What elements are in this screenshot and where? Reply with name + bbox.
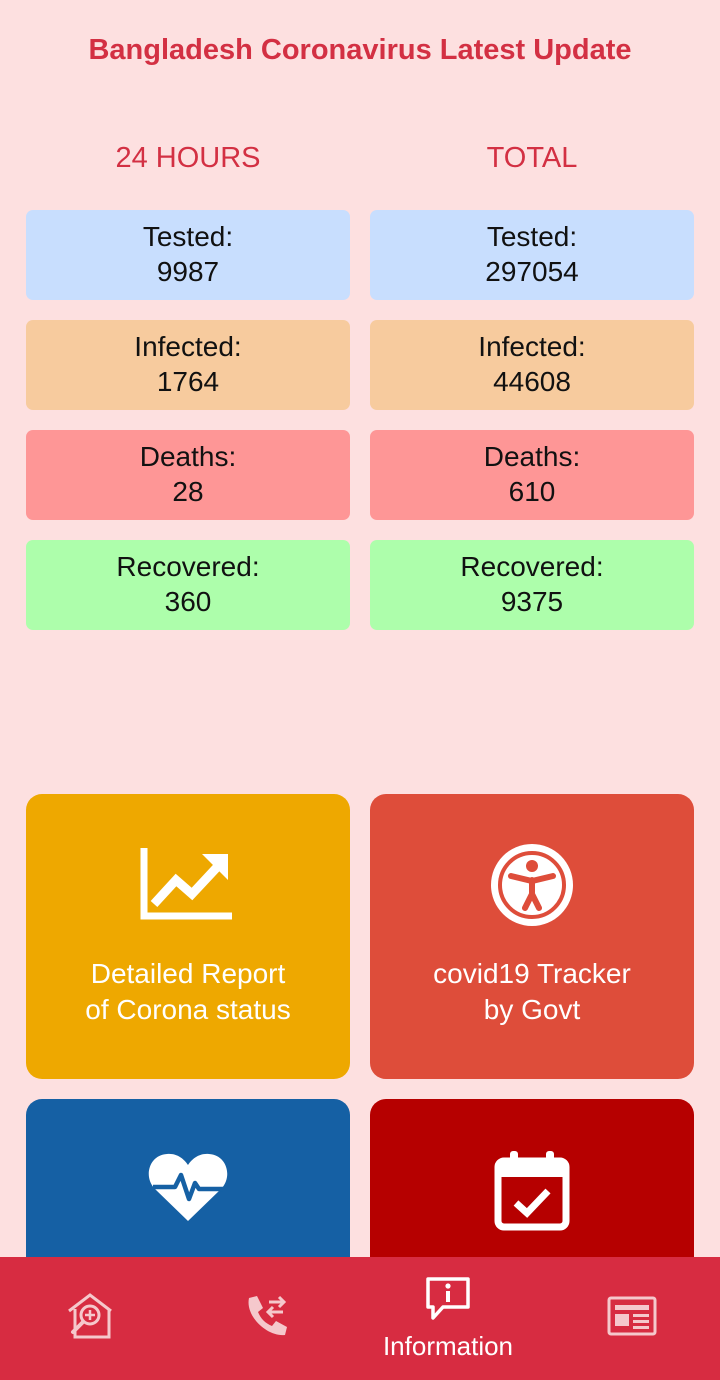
stat-label: Infected: [134,331,242,362]
stat-label: Recovered: [460,551,604,582]
header-total: TOTAL [486,142,578,174]
tile-label: Detailed Report of Corona status [85,958,291,1025]
stat-value: 297054 [485,256,579,287]
nav-call[interactable] [225,1257,305,1380]
newspaper-icon [607,1295,657,1342]
stat-total-infected: Infected: 44608 [370,320,694,410]
accessibility-person-icon [370,844,694,926]
stat-24h-tested: Tested: 9987 [26,210,350,300]
stat-label: Tested: [486,221,578,252]
nav-news[interactable] [592,1257,672,1380]
stat-value: 1764 [156,366,220,397]
tile-label: covid19 Tracker by Govt [433,958,631,1025]
home-search-icon [65,1291,115,1346]
stat-value: 360 [164,586,212,617]
calendar-check-icon [370,1149,694,1231]
covid19-tracker-tile[interactable]: covid19 Tracker by Govt [370,794,694,1079]
trending-up-chart-icon [26,846,350,920]
info-chat-icon [423,1276,473,1327]
stat-label: Deaths: [139,441,237,472]
stat-24h-recovered: Recovered: 360 [26,540,350,630]
stat-24h-deaths: Deaths: 28 [26,430,350,520]
stat-value: 610 [508,476,556,507]
stat-total-deaths: Deaths: 610 [370,430,694,520]
stat-label: Tested: [142,221,234,252]
detailed-report-tile[interactable]: Detailed Report of Corona status [26,794,350,1079]
nav-information-label: Information [382,1330,514,1361]
bottom-navigation: Information [0,1257,720,1380]
stat-value: 9375 [500,586,564,617]
stat-total-recovered: Recovered: 9375 [370,540,694,630]
stat-total-tested: Tested: 297054 [370,210,694,300]
stat-value: 44608 [493,366,571,397]
heartbeat-icon [26,1151,350,1223]
nav-home[interactable] [50,1257,130,1380]
page-title: Bangladesh Coronavirus Latest Update [88,34,632,66]
stat-value: 9987 [156,256,220,287]
stat-label: Infected: [478,331,586,362]
stat-label: Deaths: [483,441,581,472]
stat-24h-infected: Infected: 1764 [26,320,350,410]
nav-information[interactable]: Information [360,1257,536,1380]
stat-value: 28 [172,476,204,507]
stat-label: Recovered: [116,551,260,582]
phone-transfer-icon [241,1292,289,1345]
header-24-hours: 24 HOURS [115,142,261,174]
